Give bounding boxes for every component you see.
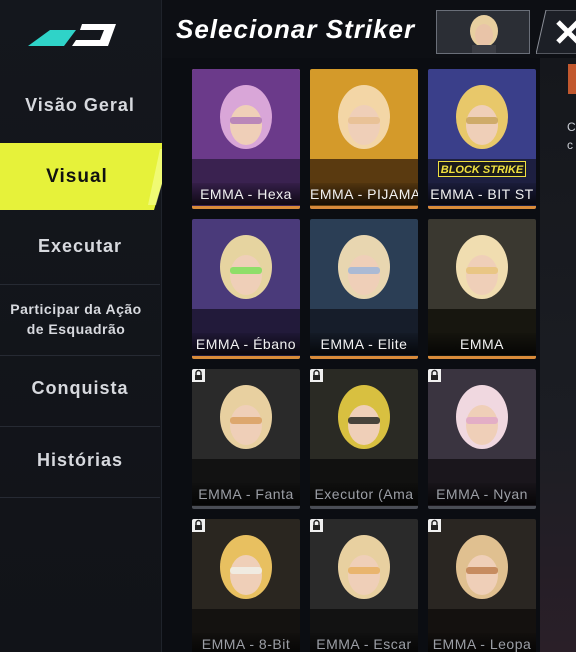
- striker-card-label: EMMA - Ébano: [192, 333, 300, 355]
- striker-card[interactable]: EMMA - Escar: [310, 519, 418, 652]
- striker-card[interactable]: EMMA - PIJAMA: [310, 69, 418, 209]
- detail-text: C c: [567, 120, 576, 152]
- striker-card-label: Executor (Ama: [310, 483, 418, 505]
- lock-icon: [428, 519, 441, 532]
- striker-card[interactable]: EMMA - Ébano: [192, 219, 300, 359]
- striker-card-label: EMMA: [428, 333, 536, 355]
- block-strike-badge: BLOCK STRIKE: [438, 161, 526, 177]
- striker-card-label: EMMA - BIT ST: [428, 183, 536, 205]
- sidebar-divider: [0, 284, 160, 285]
- card-rarity-bar: [192, 356, 300, 359]
- sidebar-divider: [0, 355, 160, 356]
- striker-portrait-icon: [437, 11, 529, 53]
- striker-card[interactable]: EMMA: [428, 219, 536, 359]
- sidebar-item-conquista[interactable]: Conquista: [0, 360, 160, 416]
- lock-icon: [310, 519, 323, 532]
- card-rarity-bar: [310, 356, 418, 359]
- card-rarity-bar: [310, 506, 418, 509]
- striker-card-label: EMMA - Leopa: [428, 633, 536, 652]
- striker-card-label: EMMA - Escar: [310, 633, 418, 652]
- card-rarity-bar: [192, 206, 300, 209]
- sidebar: Visão Geral Visual Executar Participar d…: [0, 0, 174, 652]
- card-rarity-bar: [428, 356, 536, 359]
- striker-card[interactable]: EMMA - 8-Bit: [192, 519, 300, 652]
- detail-logo-icon: [568, 64, 576, 94]
- striker-card[interactable]: Executor (Ama: [310, 369, 418, 509]
- sidebar-item-visao-geral[interactable]: Visão Geral: [0, 82, 160, 128]
- sidebar-item-participar[interactable]: Participar da Ação de Esquadrão: [0, 287, 152, 351]
- sidebar-divider: [0, 426, 160, 427]
- striker-card-label: EMMA - Nyan: [428, 483, 536, 505]
- page-title: Selecionar Striker: [176, 14, 416, 44]
- striker-card-label: EMMA - 8-Bit: [192, 633, 300, 652]
- striker-card[interactable]: EMMA - Leopa: [428, 519, 536, 652]
- card-rarity-bar: [192, 506, 300, 509]
- striker-card-label: EMMA - Fanta: [192, 483, 300, 505]
- card-rarity-bar: [428, 206, 536, 209]
- striker-card-label: EMMA - Hexa: [192, 183, 300, 205]
- game-logo-icon: [28, 24, 116, 46]
- lock-icon: [428, 369, 441, 382]
- sidebar-item-executar[interactable]: Executar: [0, 222, 160, 270]
- striker-card-label: EMMA - PIJAMA: [310, 183, 418, 205]
- striker-card[interactable]: EMMA - Fanta: [192, 369, 300, 509]
- card-rarity-bar: [428, 506, 536, 509]
- lock-icon: [192, 519, 205, 532]
- striker-card[interactable]: EMMA - Nyan: [428, 369, 536, 509]
- lock-icon: [310, 369, 323, 382]
- sidebar-item-visual[interactable]: Visual: [0, 143, 154, 210]
- lock-icon: [192, 369, 205, 382]
- sidebar-item-historias[interactable]: Histórias: [0, 432, 160, 488]
- card-rarity-bar: [310, 206, 418, 209]
- striker-card[interactable]: EMMA - Elite: [310, 219, 418, 359]
- close-icon[interactable]: [536, 10, 576, 54]
- striker-card[interactable]: BLOCK STRIKE EMMA - BIT ST: [428, 69, 536, 209]
- current-striker-thumbnail: [436, 10, 530, 54]
- striker-card-label: EMMA - Elite: [310, 333, 418, 355]
- striker-card[interactable]: EMMA - Hexa: [192, 69, 300, 209]
- sidebar-divider: [0, 497, 160, 498]
